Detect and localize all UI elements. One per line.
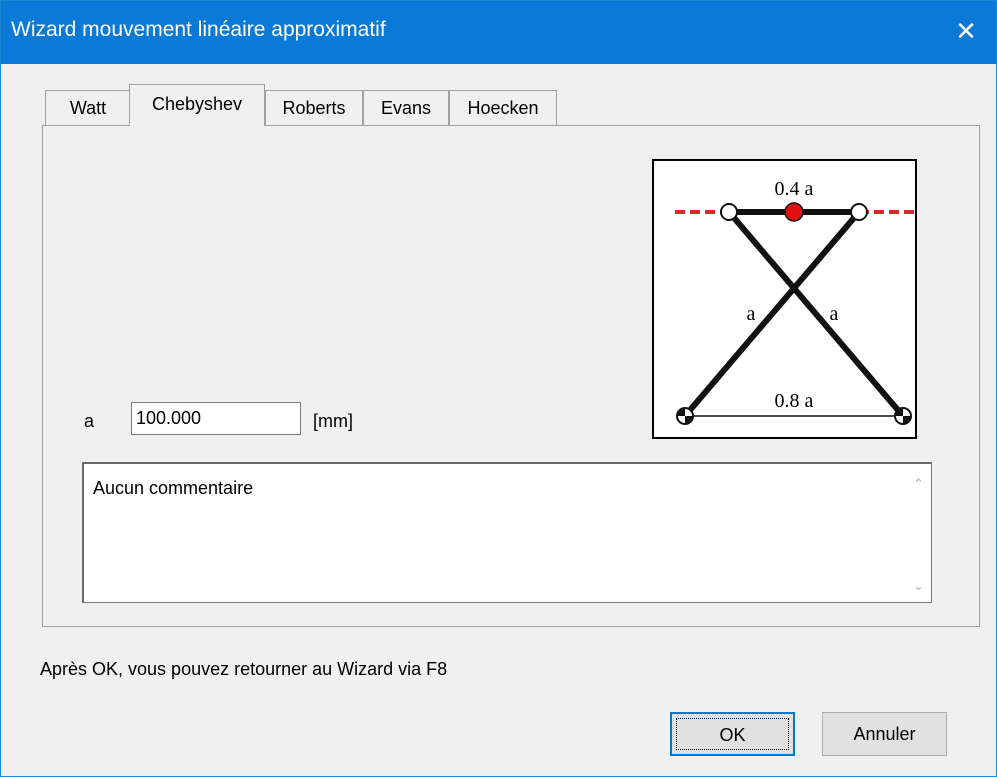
joint-right bbox=[850, 203, 868, 221]
close-icon[interactable]: ✕ bbox=[936, 1, 996, 64]
bottom-label: 0.8 a bbox=[775, 390, 814, 412]
chebyshev-linkage-diagram: 0.4 a a a 0.8 a bbox=[652, 159, 919, 439]
cancel-label: Annuler bbox=[853, 724, 916, 744]
right-label: a bbox=[830, 303, 839, 325]
info-text: Après OK, vous pouvez retourner au Wizar… bbox=[40, 659, 448, 679]
ok-focus-rect bbox=[676, 718, 789, 750]
window-title: Wizard mouvement linéaire approximatif bbox=[11, 18, 386, 41]
param-a-input[interactable] bbox=[131, 402, 301, 435]
tab-hoecken[interactable]: Hoecken bbox=[449, 90, 557, 125]
tab-watt[interactable]: Watt bbox=[45, 90, 131, 125]
ok-button[interactable]: OK bbox=[670, 712, 795, 756]
tab-roberts[interactable]: Roberts bbox=[265, 90, 363, 125]
top-label: 0.4 a bbox=[775, 178, 814, 200]
tracing-point bbox=[784, 202, 804, 222]
tab-chebyshev[interactable]: Chebyshev bbox=[129, 84, 265, 126]
tab-evans[interactable]: Evans bbox=[363, 90, 449, 125]
comment-scrollbar[interactable]: ⌃ ⌄ bbox=[909, 464, 931, 602]
comment-box[interactable]: Aucun commentaire ⌃ ⌄ bbox=[82, 462, 932, 603]
wizard-dialog: Wizard mouvement linéaire approximatif ✕… bbox=[0, 0, 997, 777]
ground-pivot-right bbox=[894, 407, 912, 425]
title-bar: Wizard mouvement linéaire approximatif ✕ bbox=[1, 1, 996, 64]
left-label: a bbox=[747, 303, 756, 325]
param-a-label: a bbox=[84, 411, 95, 431]
cancel-button[interactable]: Annuler bbox=[822, 712, 947, 756]
param-a-unit: [mm] bbox=[313, 411, 353, 431]
scroll-up-icon[interactable]: ⌃ bbox=[913, 476, 924, 492]
ground-pivot-left bbox=[676, 407, 694, 425]
comment-text: Aucun commentaire bbox=[93, 478, 254, 498]
joint-left bbox=[720, 203, 738, 221]
linkage-svg: 0.4 a a a 0.8 a bbox=[675, 178, 919, 425]
scroll-down-icon[interactable]: ⌄ bbox=[913, 578, 924, 594]
